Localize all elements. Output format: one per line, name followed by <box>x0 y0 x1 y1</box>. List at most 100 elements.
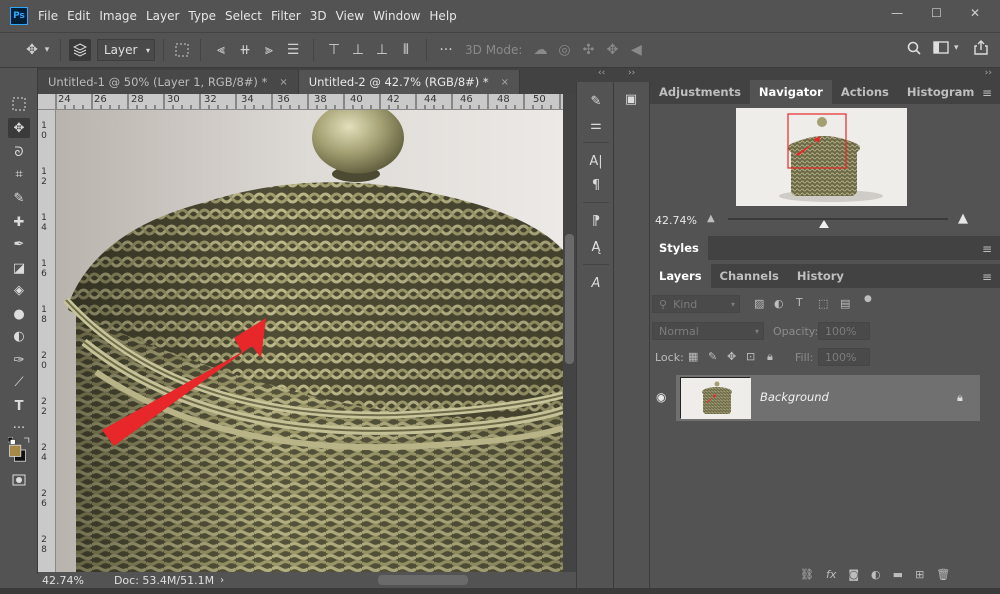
slider-handle[interactable] <box>819 220 829 228</box>
type-filter-icon[interactable]: T <box>796 296 803 309</box>
tab-navigator[interactable]: Navigator <box>749 80 832 104</box>
align-center-icon[interactable]: ⧺ <box>233 42 257 58</box>
zoom-out-icon[interactable]: ▲ <box>707 213 715 224</box>
tab-layers[interactable]: Layers <box>650 264 711 288</box>
filter-toggle-icon[interactable]: ● <box>864 294 872 304</box>
align-bottom-icon[interactable]: ⊥ <box>370 42 394 58</box>
maximize-button[interactable]: ☐ <box>931 6 942 20</box>
chevron-down-icon[interactable]: ▾ <box>42 45 52 55</box>
menu-image[interactable]: Image <box>99 9 146 23</box>
more-options-icon[interactable]: ··· <box>435 42 457 58</box>
fx-icon[interactable]: fx <box>826 568 836 581</box>
panel-menu-icon[interactable]: ≡ <box>982 242 992 256</box>
lock-all-icon[interactable]: 🔒︎ <box>767 350 773 364</box>
blur-tool-icon[interactable]: ● <box>8 304 30 324</box>
healing-brush-icon[interactable]: ✚ <box>8 212 30 232</box>
tab-untitled-1[interactable]: Untitled-1 @ 50% (Layer 1, RGB/8#) * × <box>38 70 299 94</box>
new-group-icon[interactable]: ▬ <box>893 568 903 581</box>
type-tool-icon[interactable]: T <box>8 396 30 416</box>
smart-object-filter-icon[interactable]: ▤ <box>840 297 850 310</box>
tab-untitled-2[interactable]: Untitled-2 @ 42.7% (RGB/8#) * × <box>298 70 521 94</box>
menu-type[interactable]: Type <box>188 9 225 23</box>
pen-tool-icon[interactable]: ✑ <box>8 350 30 370</box>
menu-view[interactable]: View <box>336 9 373 23</box>
menu-layer[interactable]: Layer <box>146 9 188 23</box>
lasso-tool-icon[interactable]: ᘐ <box>8 142 30 162</box>
chevron-down-icon[interactable]: ▾ <box>954 43 959 53</box>
3d-roll-icon[interactable]: ◎ <box>552 42 576 58</box>
lock-position-icon[interactable]: ✥ <box>727 350 736 363</box>
delete-layer-icon[interactable]: 🗑︎ <box>936 568 950 581</box>
lock-image-icon[interactable]: ✎ <box>708 350 717 363</box>
brush-settings-icon[interactable]: ✎ <box>585 92 607 110</box>
minimize-button[interactable]: — <box>891 6 903 20</box>
collapse-icon[interactable]: ‹‹ <box>598 68 605 78</box>
3d-pan-icon[interactable]: ✣ <box>576 42 600 58</box>
workspace-icon[interactable] <box>932 41 950 54</box>
paint-bucket-icon[interactable]: ◈ <box>8 280 30 300</box>
paragraph-styles-icon[interactable]: Ą <box>585 238 607 256</box>
distribute-icon[interactable]: ☰ <box>281 42 305 58</box>
align-middle-icon[interactable]: ⊥ <box>346 42 370 58</box>
distribute-vertical-icon[interactable]: ⫴ <box>394 42 418 58</box>
opacity-input[interactable]: 100% <box>818 322 870 340</box>
tab-histogram[interactable]: Histogram <box>898 80 983 104</box>
color-swatches[interactable] <box>8 434 32 466</box>
transform-controls-icon[interactable] <box>172 43 192 57</box>
layer-name[interactable]: Background <box>760 390 829 404</box>
add-mask-icon[interactable]: ◙ <box>848 568 859 581</box>
properties-panel-icon[interactable]: ▣ <box>620 90 642 108</box>
menu-file[interactable]: File <box>38 9 67 23</box>
tab-adjustments[interactable]: Adjustments <box>650 80 750 104</box>
adjustment-filter-icon[interactable]: ◐ <box>774 297 784 310</box>
search-icon[interactable] <box>905 41 923 55</box>
vertical-scrollbar[interactable] <box>563 94 576 572</box>
menu-3d[interactable]: 3D <box>310 9 336 23</box>
paragraph-panel-icon[interactable]: ¶ <box>585 176 607 194</box>
crop-tool-icon[interactable]: ⌗ <box>8 164 30 184</box>
tab-actions[interactable]: Actions <box>832 80 898 104</box>
eyedropper-tool-icon[interactable]: ✎ <box>8 188 30 208</box>
character-styles-icon[interactable]: ⁋ <box>585 212 607 230</box>
tab-history[interactable]: History <box>788 264 853 288</box>
lock-artboard-icon[interactable]: ⊡ <box>746 350 755 363</box>
tab-styles[interactable]: Styles <box>650 236 708 260</box>
menu-window[interactable]: Window <box>373 9 429 23</box>
blend-mode-select[interactable]: Normal ▾ <box>652 322 764 340</box>
eyedropper-icon[interactable]: ⟋ <box>8 372 30 392</box>
close-button[interactable]: ✕ <box>970 6 980 20</box>
quick-mask-icon[interactable] <box>8 470 30 490</box>
chevron-right-icon[interactable]: › <box>220 575 224 586</box>
zoom-level[interactable]: 42.74% <box>42 574 84 587</box>
zoom-in-icon[interactable]: ▲ <box>958 211 968 226</box>
3d-slide-icon[interactable]: ✥ <box>600 42 624 58</box>
panel-menu-icon[interactable]: ≡ <box>982 86 992 100</box>
brush-presets-icon[interactable]: ⚌ <box>585 116 607 134</box>
align-left-icon[interactable]: ⫷ <box>209 42 233 58</box>
eraser-tool-icon[interactable]: ◪ <box>8 258 30 278</box>
collapse-icon[interactable]: ›› <box>985 68 992 78</box>
new-adjustment-icon[interactable]: ◐ <box>871 568 881 581</box>
glyphs-panel-icon[interactable]: A <box>585 274 607 292</box>
move-tool-icon[interactable]: ✥ <box>8 118 30 138</box>
menu-select[interactable]: Select <box>225 9 271 23</box>
eye-icon[interactable]: ◉ <box>656 390 666 404</box>
close-icon[interactable]: × <box>501 77 509 88</box>
menu-filter[interactable]: Filter <box>271 9 310 23</box>
share-icon[interactable] <box>972 40 990 55</box>
dock-collapse-bar[interactable]: ‹‹ ›› <box>576 68 650 82</box>
new-layer-icon[interactable]: ⊞ <box>915 568 924 581</box>
scrollbar-thumb[interactable] <box>565 234 574 364</box>
tab-channels[interactable]: Channels <box>711 264 788 288</box>
layer-kind-filter[interactable]: ⚲ Kind ▾ <box>652 295 740 313</box>
shape-filter-icon[interactable]: ⬚ <box>818 297 828 310</box>
marquee-tool-icon[interactable] <box>8 94 30 114</box>
navigator-zoom[interactable]: 42.74% <box>655 214 697 227</box>
align-top-icon[interactable]: ⊤ <box>322 42 346 58</box>
expand-icon[interactable]: ›› <box>628 68 635 78</box>
fill-input[interactable]: 100% <box>818 348 870 366</box>
lock-transparent-icon[interactable]: ▦ <box>688 350 698 363</box>
document-canvas[interactable] <box>56 110 563 572</box>
auto-select-dropdown[interactable]: Layer ▾ <box>97 39 155 61</box>
dodge-tool-icon[interactable]: ◐ <box>8 326 30 346</box>
